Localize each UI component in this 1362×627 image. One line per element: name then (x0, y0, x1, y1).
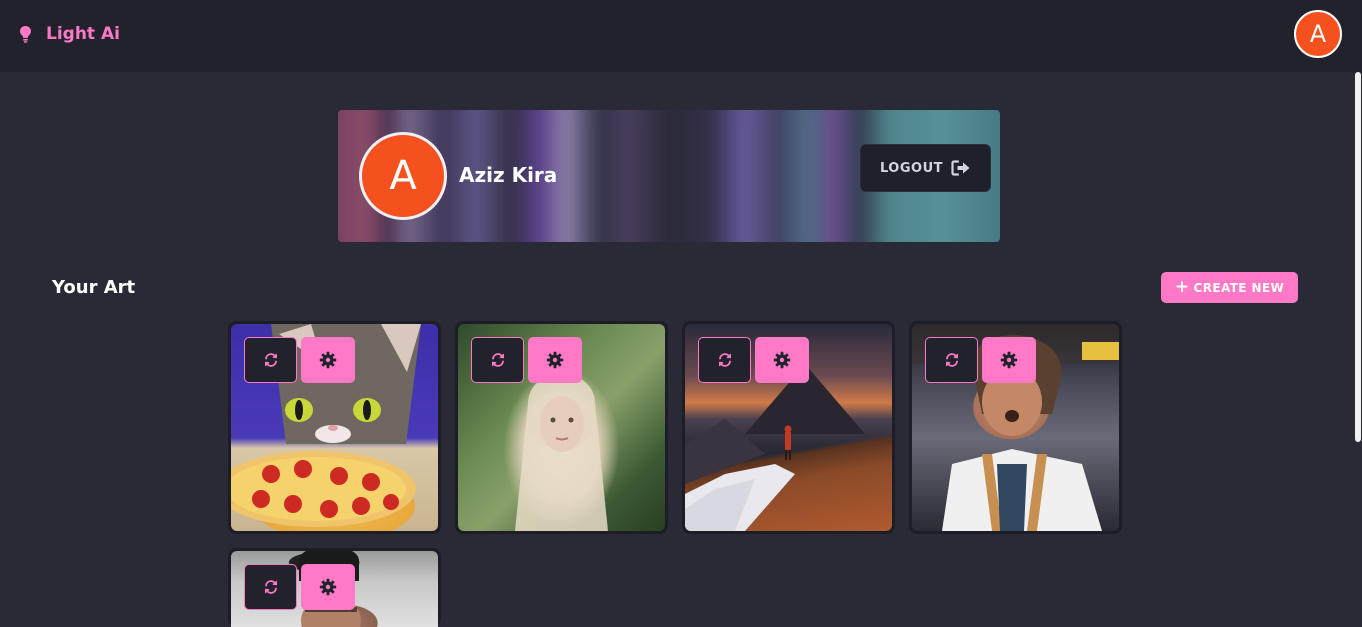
regenerate-button[interactable] (698, 337, 751, 383)
art-image[interactable] (458, 324, 665, 531)
art-image[interactable] (231, 324, 438, 531)
your-art-heading: Your Art (52, 277, 136, 298)
art-image[interactable] (912, 324, 1119, 531)
regenerate-button[interactable] (925, 337, 978, 383)
gear-icon (319, 351, 337, 369)
gear-icon (773, 351, 791, 369)
brand-name: Light Ai (46, 24, 120, 44)
refresh-icon (263, 579, 279, 595)
settings-button[interactable] (528, 337, 582, 383)
settings-button[interactable] (755, 337, 809, 383)
art-card-mountain-hiker[interactable] (682, 321, 895, 534)
gear-icon (319, 578, 337, 596)
settings-button[interactable] (982, 337, 1036, 383)
profile-avatar: A (359, 132, 447, 220)
profile-name: Aziz Kira (459, 163, 558, 187)
create-new-button[interactable]: + CREATE NEW (1161, 272, 1298, 303)
art-card-old-man-portrait[interactable] (228, 548, 441, 627)
plus-icon: + (1174, 277, 1190, 297)
art-card-girl-forest[interactable] (455, 321, 668, 534)
page-scrollbar[interactable] (1354, 72, 1362, 627)
art-card-man-street[interactable] (909, 321, 1122, 534)
art-image[interactable] (685, 324, 892, 531)
top-bar: Light Ai A (0, 0, 1362, 72)
art-card-cat-pizza[interactable] (228, 321, 441, 534)
regenerate-button[interactable] (244, 337, 297, 383)
brand[interactable]: Light Ai (18, 22, 120, 46)
header-avatar[interactable]: A (1294, 10, 1342, 58)
gear-icon (546, 351, 564, 369)
gear-icon (1000, 351, 1018, 369)
settings-button[interactable] (301, 564, 355, 610)
refresh-icon (490, 352, 506, 368)
refresh-icon (263, 352, 279, 368)
art-image[interactable] (231, 551, 438, 627)
refresh-icon (944, 352, 960, 368)
logout-label: LOGOUT (879, 160, 944, 176)
create-new-label: CREATE NEW (1193, 280, 1285, 295)
logout-button[interactable]: LOGOUT (860, 144, 991, 192)
regenerate-button[interactable] (471, 337, 524, 383)
logout-icon (951, 160, 971, 176)
refresh-icon (717, 352, 733, 368)
regenerate-button[interactable] (244, 564, 297, 610)
settings-button[interactable] (301, 337, 355, 383)
lightbulb-icon (18, 24, 33, 44)
scrollbar-thumb[interactable] (1355, 72, 1361, 442)
